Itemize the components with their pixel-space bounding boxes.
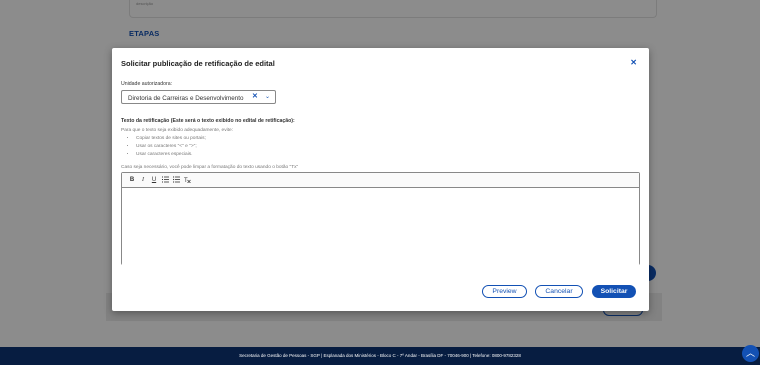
unit-select-value: Diretoria de Carreiras e Desenvolvimento [128,94,244,102]
format-hint: Caso seja necessário, você pode limpar a… [121,165,299,170]
chevron-down-icon[interactable]: ⌄ [265,93,270,101]
italic-button[interactable]: I [139,176,147,185]
help-text: Para que o texto seja exibido adequadame… [121,127,233,159]
clear-format-button[interactable]: T [183,176,191,185]
retification-modal: Solicitar publicação de retificação de e… [112,48,649,311]
help-item: Usar caracteres especiais. [136,151,233,159]
bold-button[interactable]: B [128,176,136,185]
preview-button[interactable]: Preview [482,285,527,298]
footer-text: Secretaria de Gestão de Pessoas - SGP | … [239,353,521,358]
help-item: Copiar textos de sites ou portais; [136,135,233,143]
svg-text:T: T [184,178,188,183]
scroll-to-top-button[interactable]: ︿ [742,345,759,362]
unit-select[interactable]: Diretoria de Carreiras e Desenvolvimento… [121,90,276,104]
help-intro: Para que o texto seja exibido adequadame… [121,128,234,133]
help-list: Copiar textos de sites ou portais; Usar … [121,135,233,159]
cancel-button[interactable]: Cancelar [535,285,583,298]
editor-text-area[interactable] [122,188,639,265]
close-icon[interactable]: ✕ [630,59,637,67]
help-item: Usar os caracteres "<" e ">"; [136,143,233,151]
chevron-up-icon: ︿ [745,348,755,358]
clear-icon[interactable]: ✕ [252,93,258,101]
ordered-list-icon[interactable] [161,176,169,185]
rich-text-editor: B I U T [121,172,640,265]
editor-toolbar: B I U T [122,173,639,188]
bullet-list-icon[interactable] [172,175,180,185]
site-footer: Secretaria de Gestão de Pessoas - SGP | … [0,347,760,365]
underline-button[interactable]: U [150,176,158,185]
text-label: Texto da retificação (Este será o texto … [121,118,295,124]
unit-label: Unidade autorizadora: [121,81,173,87]
modal-title: Solicitar publicação de retificação de e… [121,59,275,68]
submit-button[interactable]: Solicitar [592,285,636,298]
